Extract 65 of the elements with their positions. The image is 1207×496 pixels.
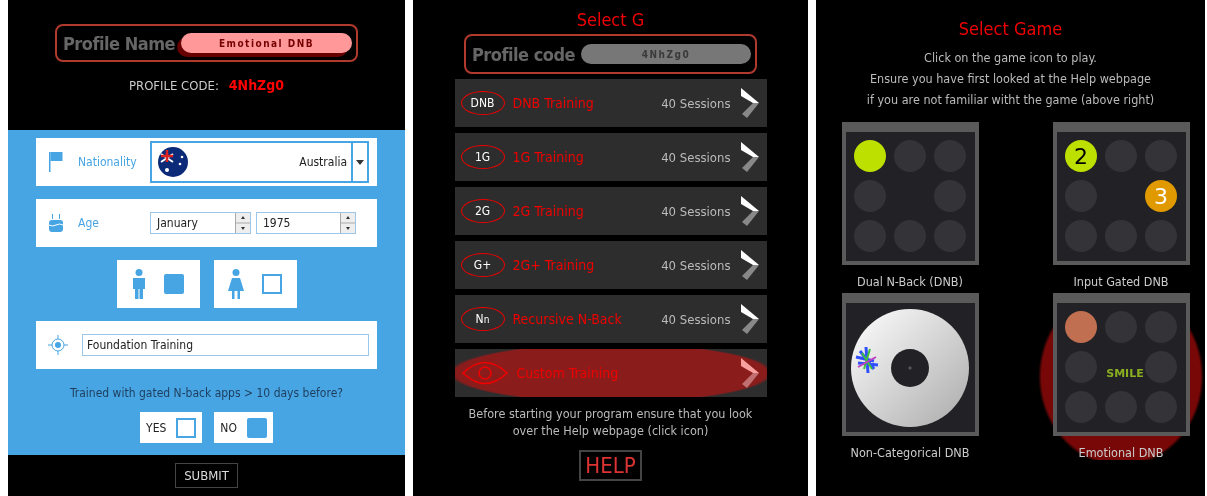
answer-checkbox[interactable] — [246, 417, 267, 438]
session-count: 40 Sessions — [661, 257, 731, 273]
chevron-right-icon — [738, 140, 761, 174]
year-spinner[interactable]: 1975 — [256, 212, 356, 234]
game-option[interactable]: 2 3 Input Gated DNB — [1027, 122, 1205, 289]
game-option[interactable]: Dual N-Back (DNB) — [816, 122, 1004, 289]
dropdown-button[interactable] — [351, 141, 367, 183]
gender-option[interactable] — [213, 260, 297, 308]
australia-flag-icon — [158, 147, 188, 177]
answer-option[interactable]: NO — [214, 412, 273, 443]
answer-checkbox[interactable] — [176, 417, 197, 438]
program-row[interactable]: G+ 2G+ Training 40 Sessions — [454, 241, 767, 289]
chevron-right-icon — [738, 302, 761, 336]
profile-name-label: Profile Name — [63, 32, 176, 54]
nationality-label: Nationality — [78, 155, 138, 169]
session-count: 40 Sessions — [661, 311, 731, 327]
profile-code-label: Profile code — [472, 43, 576, 65]
nationality-select[interactable]: Australia — [150, 141, 369, 183]
cake-icon — [48, 213, 64, 233]
gender-checkbox[interactable] — [261, 274, 282, 294]
session-count: 40 Sessions — [661, 95, 731, 111]
program-name: DNB Training — [512, 95, 595, 111]
spinner-arrows-icon — [235, 213, 250, 233]
profile-code: 4NhZg0 — [228, 77, 285, 93]
target-icon — [48, 335, 68, 355]
profile-code-label: PROFILE CODE: — [128, 78, 219, 93]
panel-title: Select Game — [958, 18, 1063, 39]
male-person-icon — [131, 269, 146, 299]
session-count: 40 Sessions — [661, 203, 731, 219]
chevron-right-icon — [738, 356, 761, 390]
help-button[interactable]: HELP — [579, 450, 642, 481]
gender-checkbox[interactable] — [164, 274, 185, 294]
help-note: Before starting your program ensure that you look over the Help webpage (click icon) — [467, 405, 754, 439]
caret-icon — [356, 159, 364, 165]
profile-code-field: 4NhZg0 — [581, 44, 751, 64]
grid-game-drawing: 2 3 — [1052, 122, 1190, 265]
program-row[interactable]: DNB DNB Training 40 Sessions — [454, 79, 767, 127]
spinner-arrows-icon — [340, 213, 355, 233]
game-option[interactable]: Non-Categorical DNB — [816, 293, 1004, 460]
instruction-text: Click on the game icon to play. — [923, 49, 1098, 67]
program-name: 2G Training — [512, 203, 585, 219]
instruction-text: if you are not familiar witht the game (above right) — [866, 91, 1155, 109]
program-row[interactable]: 2G 2G Training 40 Sessions — [454, 187, 767, 235]
month-spinner[interactable]: January — [150, 212, 251, 234]
session-count: 40 Sessions — [661, 149, 731, 165]
question-text: Trained with gated N-back apps > 10 days before? — [68, 386, 344, 400]
chevron-right-icon — [738, 248, 761, 282]
female-person-icon — [228, 269, 245, 299]
answer-option[interactable]: YES — [140, 412, 203, 443]
flag-icon — [48, 151, 64, 173]
gender-option[interactable] — [116, 260, 200, 308]
program-name: 2G+ Training — [512, 257, 596, 273]
training-input-field[interactable]: Foundation Training — [82, 334, 369, 356]
age-label: Age — [78, 216, 100, 230]
eye-icon — [460, 360, 509, 386]
face-grid-game-drawing: SMILE — [1052, 293, 1190, 436]
submit-button[interactable]: SUBMIT — [175, 463, 238, 488]
program-row[interactable]: 1G 1G Training 40 Sessions — [454, 133, 767, 181]
chevron-right-icon — [738, 86, 761, 120]
instruction-text: Ensure you have first looked at the Help webpage — [868, 70, 1152, 88]
chevron-right-icon — [738, 194, 761, 228]
program-name: Recursive N-Back — [512, 311, 623, 327]
program-name: 1G Training — [512, 149, 585, 165]
panel-title: Select G — [576, 9, 645, 30]
program-name: Custom Training — [516, 365, 620, 381]
